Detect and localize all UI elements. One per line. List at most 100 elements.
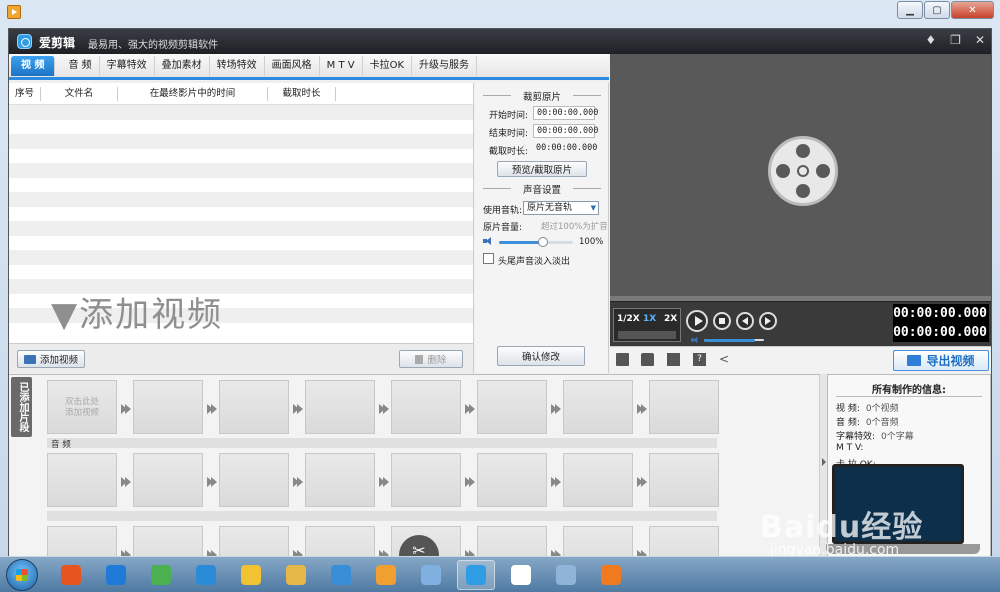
column-timeline-position[interactable]: 在最终影片中的时间 [118,86,268,101]
taskbar-ie[interactable] [97,560,135,590]
volume-slider[interactable] [499,237,573,247]
player-app-icon[interactable] [7,5,21,19]
timeline-slot[interactable] [305,453,375,507]
taskbar-chrome[interactable] [142,560,180,590]
maximize-button[interactable]: ▢ [924,1,950,19]
confirm-button[interactable]: 确认修改 [497,346,585,366]
add-video-button[interactable]: 添加视频 [17,350,85,368]
share-icon[interactable]: < [719,353,732,366]
video-preview[interactable] [610,54,991,296]
frame-step-bar[interactable] [618,331,676,339]
file-list-row[interactable] [9,120,473,135]
timeline-slot[interactable] [133,380,203,434]
timeline-slot[interactable] [477,380,547,434]
timeline-slot[interactable] [47,526,117,557]
timeline-slot[interactable] [47,453,117,507]
timeline-slot[interactable] [649,453,719,507]
timeline-slot[interactable] [391,453,461,507]
end-time-input[interactable]: 00:00:00.000 [533,124,598,138]
file-list-row[interactable] [9,265,473,280]
file-list-row[interactable] [9,221,473,236]
timeline-slot[interactable] [649,526,719,557]
timeline-slot[interactable] [649,380,719,434]
tab-upgrade-service[interactable]: 升级与服务 [412,55,478,76]
file-list-row[interactable] [9,236,473,251]
previous-frame-button[interactable] [736,312,754,330]
taskbar-folder[interactable] [232,560,270,590]
close-button[interactable]: ✕ [951,1,994,19]
tab-subtitle-effects[interactable]: 字幕特效 [100,55,155,76]
save-icon[interactable] [667,353,680,366]
timeline-slot[interactable] [219,526,289,557]
timeline-slot[interactable] [305,380,375,434]
start-button[interactable] [6,559,38,591]
file-list-row[interactable] [9,250,473,265]
app-restore-icon[interactable]: ❐ [950,33,961,47]
taskbar-network[interactable] [547,560,585,590]
file-list-row[interactable] [9,207,473,222]
file-list-row[interactable] [9,149,473,164]
timeline-slot[interactable] [305,526,375,557]
stop-button[interactable] [713,312,731,330]
timeline-slot[interactable] [477,453,547,507]
tab-video[interactable]: 视 频 [11,55,56,76]
speed-half[interactable]: 1/2X [617,314,640,324]
taskbar-paint[interactable] [412,560,450,590]
preview-clip-button[interactable]: 预览/截取原片 [497,161,587,177]
added-clips-label[interactable]: 已添加片段 [11,377,32,437]
next-frame-button[interactable] [759,312,777,330]
taskbar-player[interactable] [367,560,405,590]
speed-double[interactable]: 2X [664,314,677,324]
speed-normal[interactable]: 1X [643,314,656,324]
timeline-slot[interactable] [563,526,633,557]
delete-button[interactable]: 删除 [399,350,463,368]
app-menu-icon[interactable]: ♦ [925,33,936,47]
timeline-slot[interactable] [391,380,461,434]
tab-mtv[interactable]: M T V [320,55,363,76]
player-volume-slider[interactable] [704,339,764,342]
open-folder-icon[interactable] [641,353,654,366]
tab-transition-effects[interactable]: 转场特效 [210,55,265,76]
column-duration[interactable]: 截取时长 [268,86,336,101]
file-list-row[interactable] [9,192,473,207]
tab-overlay-material[interactable]: 叠加素材 [155,55,210,76]
tab-picture-style[interactable]: 画面风格 [265,55,320,76]
file-list-row[interactable] [9,134,473,149]
column-filename[interactable]: 文件名 [41,86,118,101]
file-list-row[interactable] [9,163,473,178]
tab-karaoke[interactable]: 卡拉OK [363,55,413,76]
timeline-slot[interactable]: 双击此处 添加视频 [47,380,117,434]
export-video-button[interactable]: 导出视频 [893,350,989,371]
timeline-slot[interactable] [219,453,289,507]
help-icon[interactable]: ? [693,353,706,366]
fade-checkbox[interactable] [483,253,494,264]
taskbar-explorer[interactable] [277,560,315,590]
timeline-slot[interactable] [563,453,633,507]
play-button[interactable] [686,310,708,332]
column-index[interactable]: 序号 [9,86,41,101]
next-arrow-icon [292,404,303,414]
volume-slider-handle[interactable] [538,237,549,247]
timeline-slot[interactable] [133,526,203,557]
minimize-button[interactable]: ▁ [897,1,923,19]
taskbar-jiangmin[interactable] [52,560,90,590]
playback-progress-bar[interactable] [610,296,991,302]
taskbar-cube[interactable] [502,560,540,590]
audio-track-select[interactable]: 原片无音轨 [523,201,599,215]
taskbar-aijianji[interactable] [457,560,495,590]
taskbar-cloud[interactable] [187,560,225,590]
timeline-slot[interactable] [477,526,547,557]
timeline-slot[interactable] [563,380,633,434]
timeline-slot[interactable] [219,380,289,434]
taskbar-media[interactable] [592,560,630,590]
next-arrow-icon [378,404,389,414]
add-video-hint: ▼添加视频 [51,295,224,335]
file-list-row[interactable] [9,178,473,193]
start-time-input[interactable]: 00:00:00.000 [533,106,598,120]
timeline-slot[interactable] [133,453,203,507]
file-list-row[interactable] [9,105,473,120]
taskbar-qq[interactable] [322,560,360,590]
project-icon[interactable] [616,353,629,366]
app-close-icon[interactable]: ✕ [975,33,985,47]
tab-audio[interactable]: 音 频 [61,55,100,76]
